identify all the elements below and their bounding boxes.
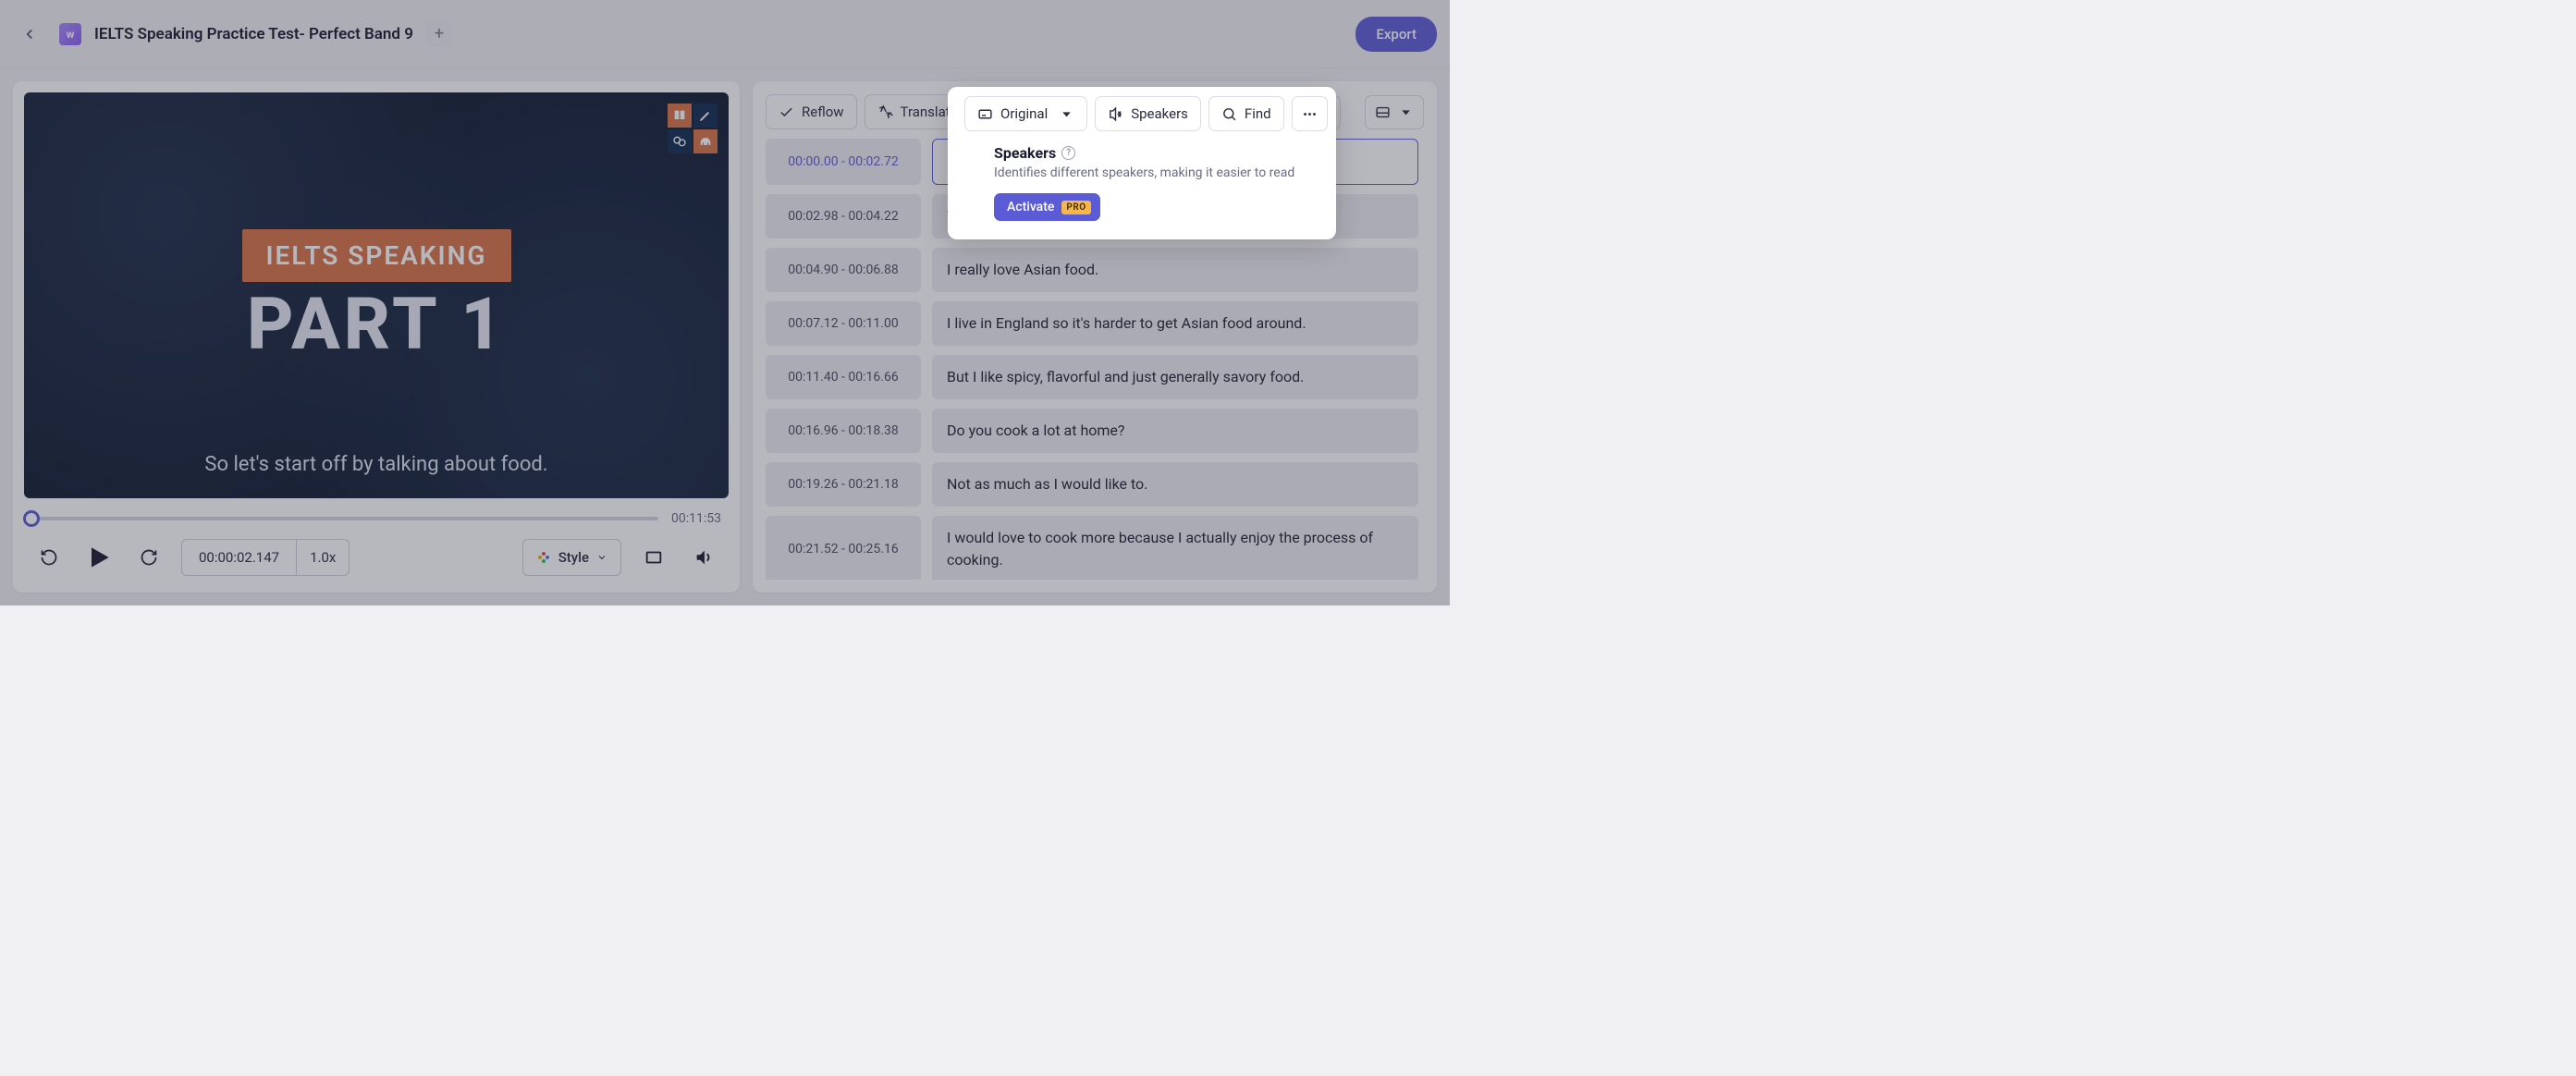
popover-speakers-button[interactable]: Speakers [1095, 96, 1201, 131]
popover-title: Speakers ? [994, 144, 1314, 162]
translate-icon [877, 104, 893, 120]
pro-badge: PRO [1061, 201, 1090, 214]
popover-description: Identifies different speakers, making it… [994, 165, 1314, 180]
search-icon [1221, 106, 1237, 122]
video-panel: IELTS SPEAKING PART 1 So let's start off… [13, 81, 740, 593]
popover-find-button[interactable]: Find [1208, 96, 1284, 131]
chevron-down-icon [596, 552, 607, 563]
export-button[interactable]: Export [1355, 17, 1437, 52]
transcript-row[interactable]: 00:04.90 - 00:06.88I really love Asian f… [766, 248, 1418, 292]
transcript-text-cell[interactable]: I live in England so it's harder to get … [932, 301, 1418, 346]
timestamp-cell[interactable]: 00:00.00 - 00:02.72 [766, 139, 921, 185]
video-badge: IELTS SPEAKING [242, 229, 511, 282]
transcript-row[interactable]: 00:21.52 - 00:25.16I would love to cook … [766, 516, 1418, 580]
transcript-row[interactable]: 00:16.96 - 00:18.38Do you cook a lot at … [766, 409, 1418, 453]
video-title-overlay: PART 1 [247, 289, 506, 361]
add-button[interactable]: + [426, 21, 452, 47]
project-title: IELTS Speaking Practice Test- Perfect Ba… [94, 25, 413, 43]
style-button[interactable]: Style [522, 539, 621, 576]
help-icon[interactable]: ? [1061, 146, 1075, 160]
timestamp-cell[interactable]: 00:11.40 - 00:16.66 [766, 355, 921, 399]
transcript-row[interactable]: 00:07.12 - 00:11.00I live in England so … [766, 301, 1418, 346]
chat-icon [668, 129, 692, 153]
chevron-left-icon [21, 26, 38, 43]
timestamp-cell[interactable]: 00:19.26 - 00:21.18 [766, 462, 921, 507]
popover-original-dropdown[interactable]: Original [964, 96, 1087, 131]
color-palette-icon [536, 550, 551, 565]
timestamp-cell[interactable]: 00:02.98 - 00:04.22 [766, 194, 921, 238]
seek-bar[interactable] [31, 517, 658, 520]
transcript-text-cell[interactable]: I really love Asian food. [932, 248, 1418, 292]
layout-icon [1375, 104, 1391, 120]
video-preview[interactable]: IELTS SPEAKING PART 1 So let's start off… [24, 92, 729, 498]
timestamp-cell[interactable]: 00:07.12 - 00:11.00 [766, 301, 921, 346]
play-button[interactable] [81, 540, 117, 575]
speakers-icon [1108, 106, 1123, 122]
video-corner-icons [668, 104, 718, 153]
timestamp-cell[interactable]: 00:21.52 - 00:25.16 [766, 516, 921, 580]
layout-button[interactable] [1365, 95, 1424, 129]
check-icon [779, 104, 794, 120]
transcript-text-cell[interactable]: Not as much as I would like to. [932, 462, 1418, 507]
reflow-button[interactable]: Reflow [766, 94, 857, 129]
speakers-popover: Original Speakers Find Speakers ? Identi… [948, 87, 1336, 239]
transcript-text-cell[interactable]: But I like spicy, flavorful and just gen… [932, 355, 1418, 399]
top-bar: w IELTS Speaking Practice Test- Perfect … [0, 0, 1450, 68]
fullscreen-icon [644, 547, 664, 568]
subtitle-icon [977, 106, 993, 122]
current-time[interactable]: 00:00:02.147 [182, 540, 297, 575]
fullscreen-button[interactable] [636, 540, 671, 575]
rewind-icon [40, 548, 58, 567]
app-logo: w [59, 23, 81, 45]
popover-more-button[interactable] [1292, 96, 1328, 131]
volume-button[interactable] [686, 540, 721, 575]
playback-speed[interactable]: 1.0x [297, 540, 349, 575]
back-button[interactable] [13, 18, 46, 51]
duration-label: 00:11:53 [671, 511, 721, 526]
forward-button[interactable] [131, 540, 166, 575]
book-icon [668, 104, 692, 128]
transcript-row[interactable]: 00:11.40 - 00:16.66But I like spicy, fla… [766, 355, 1418, 399]
timestamp-cell[interactable]: 00:04.90 - 00:06.88 [766, 248, 921, 292]
seek-bar-row: 00:11:53 [24, 511, 729, 526]
transcript-row[interactable]: 00:19.26 - 00:21.18Not as much as I woul… [766, 462, 1418, 507]
caret-down-icon [1059, 106, 1074, 122]
pen-icon [693, 104, 718, 128]
ellipsis-icon [1302, 106, 1318, 122]
timestamp-cell[interactable]: 00:16.96 - 00:18.38 [766, 409, 921, 453]
forward-icon [140, 548, 158, 567]
style-label: Style [558, 549, 589, 566]
caret-down-icon [1398, 104, 1414, 120]
rewind-button[interactable] [31, 540, 67, 575]
video-caption: So let's start off by talking about food… [204, 453, 547, 476]
headphones-icon [693, 129, 718, 153]
transcript-text-cell[interactable]: I would love to cook more because I actu… [932, 516, 1418, 580]
play-icon [84, 543, 114, 572]
seek-thumb[interactable] [23, 510, 40, 527]
activate-button[interactable]: Activate PRO [994, 193, 1100, 221]
time-speed-display: 00:00:02.147 1.0x [181, 539, 350, 576]
playback-controls: 00:00:02.147 1.0x Style [24, 539, 729, 581]
transcript-text-cell[interactable]: Do you cook a lot at home? [932, 409, 1418, 453]
volume-icon [693, 547, 714, 568]
